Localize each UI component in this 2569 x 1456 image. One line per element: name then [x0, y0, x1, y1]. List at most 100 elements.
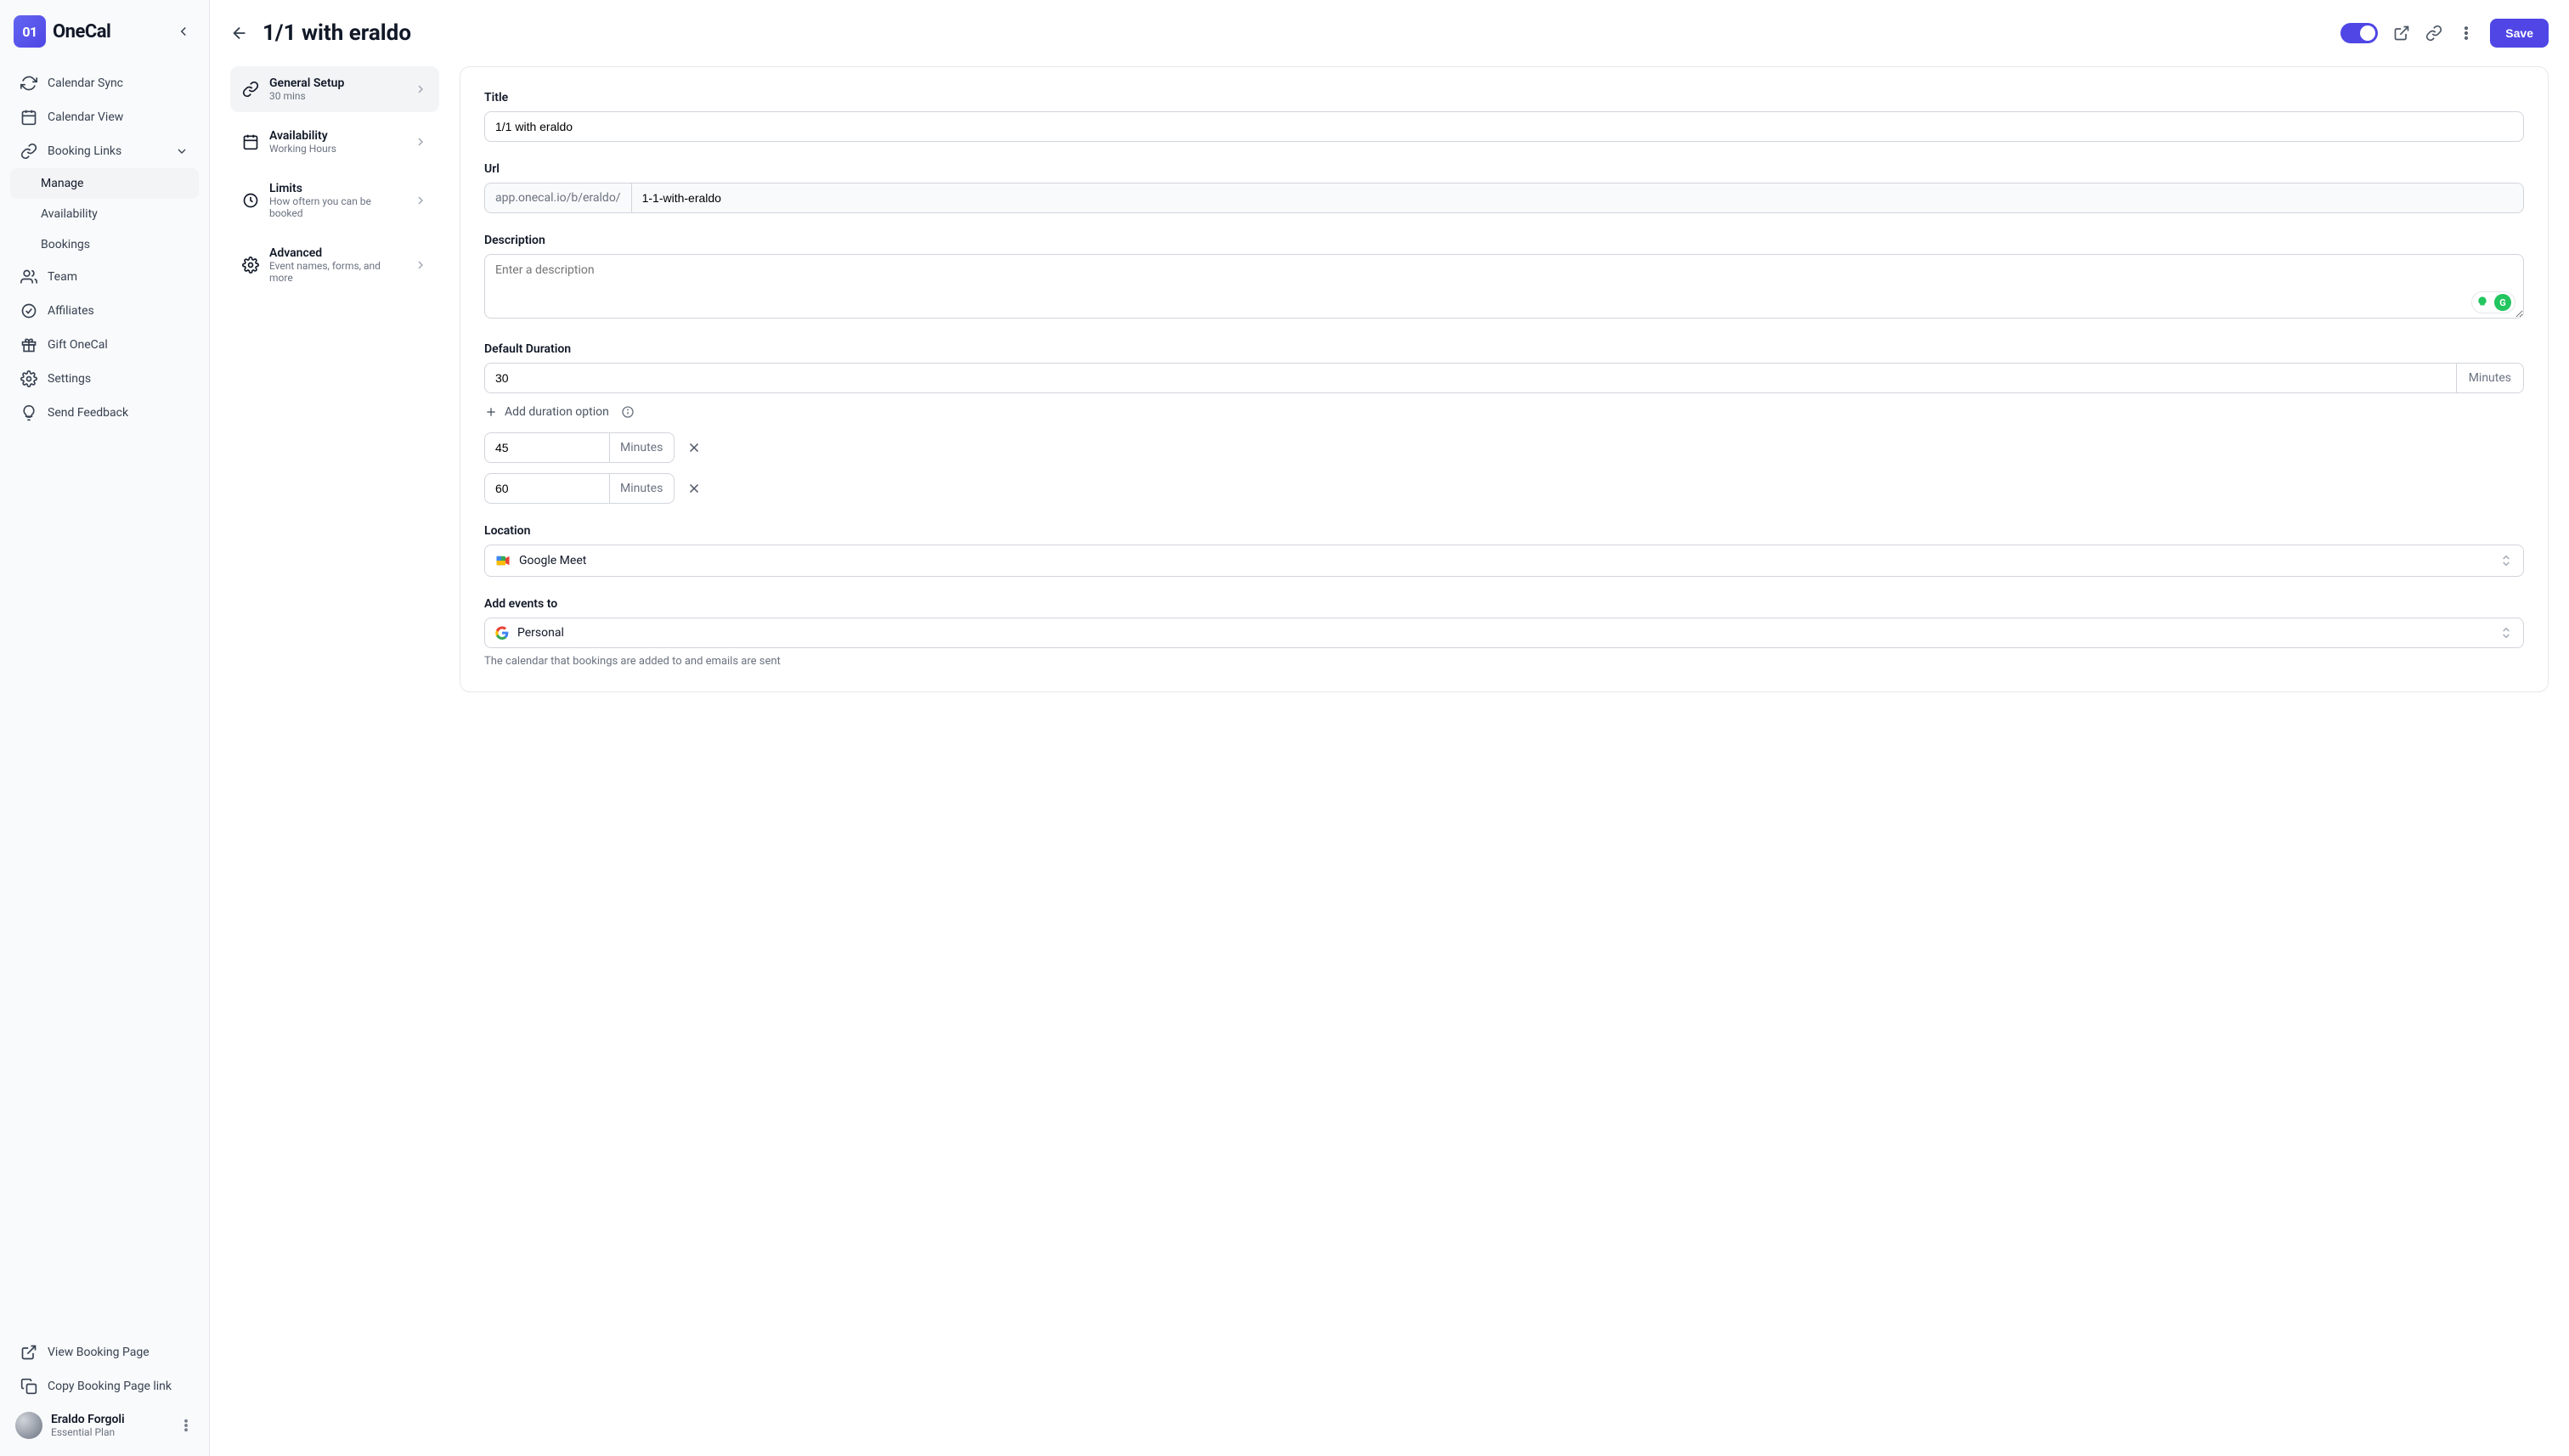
enabled-toggle[interactable] [2340, 23, 2378, 43]
close-icon [686, 481, 702, 496]
grammarly-badge[interactable]: G [2471, 291, 2515, 313]
duration-unit: Minutes [2457, 363, 2524, 393]
page-header: 1/1 with eraldo Save [230, 19, 2549, 48]
link-icon [20, 143, 37, 160]
tab-subtitle: 30 mins [269, 90, 404, 102]
duration-label: Default Duration [484, 342, 2524, 356]
sidebar-item-calendar-view[interactable]: Calendar View [10, 100, 199, 134]
tab-limits[interactable]: Limits How oftern you can be booked [230, 172, 439, 229]
footer-link-view-booking[interactable]: View Booking Page [10, 1335, 199, 1369]
tab-title: Limits [269, 182, 404, 195]
sidebar-item-label: Bookings [41, 238, 90, 251]
sidebar-item-feedback[interactable]: Send Feedback [10, 396, 199, 430]
tab-subtitle: How oftern you can be booked [269, 195, 404, 219]
add-duration-button[interactable]: Add duration option [484, 405, 635, 419]
calendar-icon [242, 133, 259, 150]
sidebar-item-label: Team [48, 270, 77, 284]
external-link-icon [20, 1344, 37, 1361]
page-title: 1/1 with eraldo [263, 20, 411, 46]
tab-availability[interactable]: Availability Working Hours [230, 119, 439, 165]
sidebar: 01 OneCal Calendar Sync Calendar View [0, 0, 210, 1456]
user-name: Eraldo Forgoli [51, 1413, 125, 1426]
back-button[interactable] [230, 24, 249, 42]
logo[interactable]: 01 OneCal [14, 15, 110, 48]
sidebar-item-booking-links[interactable]: Booking Links [10, 134, 199, 168]
settings-nav: General Setup 30 mins Availability Worki… [230, 66, 439, 294]
users-icon [20, 268, 37, 285]
grammarly-icon: G [2494, 294, 2511, 311]
title-input[interactable] [484, 111, 2524, 142]
duration-option-unit: Minutes [610, 432, 675, 463]
sidebar-item-manage[interactable]: Manage [10, 168, 199, 199]
chevron-right-icon [414, 258, 427, 272]
tab-subtitle: Event names, forms, and more [269, 260, 404, 284]
user-plan: Essential Plan [51, 1426, 125, 1438]
chevron-down-icon [175, 144, 189, 158]
logo-text: OneCal [53, 21, 110, 42]
sidebar-item-affiliates[interactable]: Affiliates [10, 294, 199, 328]
sidebar-item-settings[interactable]: Settings [10, 362, 199, 396]
description-label: Description [484, 234, 2524, 247]
tab-title: Advanced [269, 246, 404, 260]
url-prefix: app.onecal.io/b/eraldo/ [484, 183, 631, 213]
location-value: Google Meet [519, 554, 586, 567]
chevron-right-icon [414, 194, 427, 207]
more-icon [2458, 25, 2475, 42]
remove-duration-button[interactable] [686, 440, 702, 455]
lightbulb-icon [2476, 296, 2489, 309]
location-select[interactable]: Google Meet [484, 545, 2524, 577]
duration-option-input[interactable] [484, 473, 610, 504]
remove-duration-button[interactable] [686, 481, 702, 496]
duration-input[interactable] [484, 363, 2457, 393]
tab-advanced[interactable]: Advanced Event names, forms, and more [230, 236, 439, 294]
sidebar-item-label: Calendar Sync [48, 76, 123, 90]
duration-option-input[interactable] [484, 432, 610, 463]
url-input[interactable] [631, 183, 2524, 213]
open-external-button[interactable] [2393, 25, 2410, 42]
copy-link-button[interactable] [2425, 25, 2442, 42]
sidebar-item-gift[interactable]: Gift OneCal [10, 328, 199, 362]
duration-option-row: Minutes [484, 432, 2524, 463]
footer-link-label: View Booking Page [48, 1346, 150, 1359]
sidebar-item-availability[interactable]: Availability [10, 199, 199, 229]
avatar [15, 1412, 42, 1439]
arrow-left-icon [230, 24, 249, 42]
sidebar-item-team[interactable]: Team [10, 260, 199, 294]
chevron-left-icon [176, 24, 191, 39]
close-icon [686, 440, 702, 455]
sidebar-item-calendar-sync[interactable]: Calendar Sync [10, 66, 199, 100]
events-label: Add events to [484, 597, 2524, 611]
google-icon [495, 626, 509, 640]
gear-icon [20, 370, 37, 387]
footer-link-label: Copy Booking Page link [48, 1380, 172, 1393]
more-button[interactable] [2458, 25, 2475, 42]
external-link-icon [2393, 25, 2410, 42]
google-meet-icon [495, 553, 511, 568]
more-icon[interactable] [178, 1418, 194, 1433]
save-button[interactable]: Save [2490, 19, 2549, 48]
duration-option-unit: Minutes [610, 473, 675, 504]
events-calendar-select[interactable]: Personal [484, 618, 2524, 648]
sync-icon [20, 75, 37, 92]
tab-general-setup[interactable]: General Setup 30 mins [230, 66, 439, 112]
footer-link-copy-booking[interactable]: Copy Booking Page link [10, 1369, 199, 1403]
gift-icon [20, 336, 37, 353]
calendar-icon [20, 109, 37, 126]
sidebar-item-bookings[interactable]: Bookings [10, 229, 199, 260]
add-duration-label: Add duration option [505, 405, 609, 419]
sidebar-collapse-button[interactable] [172, 20, 195, 43]
lightbulb-icon [20, 404, 37, 421]
sidebar-item-label: Send Feedback [48, 406, 128, 420]
user-menu[interactable]: Eraldo Forgoli Essential Plan [10, 1403, 199, 1441]
sidebar-item-label: Booking Links [48, 144, 121, 158]
info-icon[interactable] [621, 405, 635, 419]
duration-option-row: Minutes [484, 473, 2524, 504]
title-label: Title [484, 91, 2524, 104]
chevron-up-down-icon [2499, 554, 2513, 567]
link-icon [2425, 25, 2442, 42]
sidebar-item-label: Manage [41, 177, 83, 190]
events-helper-text: The calendar that bookings are added to … [484, 655, 2524, 668]
chevron-right-icon [414, 135, 427, 149]
description-input[interactable] [484, 254, 2524, 319]
copy-icon [20, 1378, 37, 1395]
